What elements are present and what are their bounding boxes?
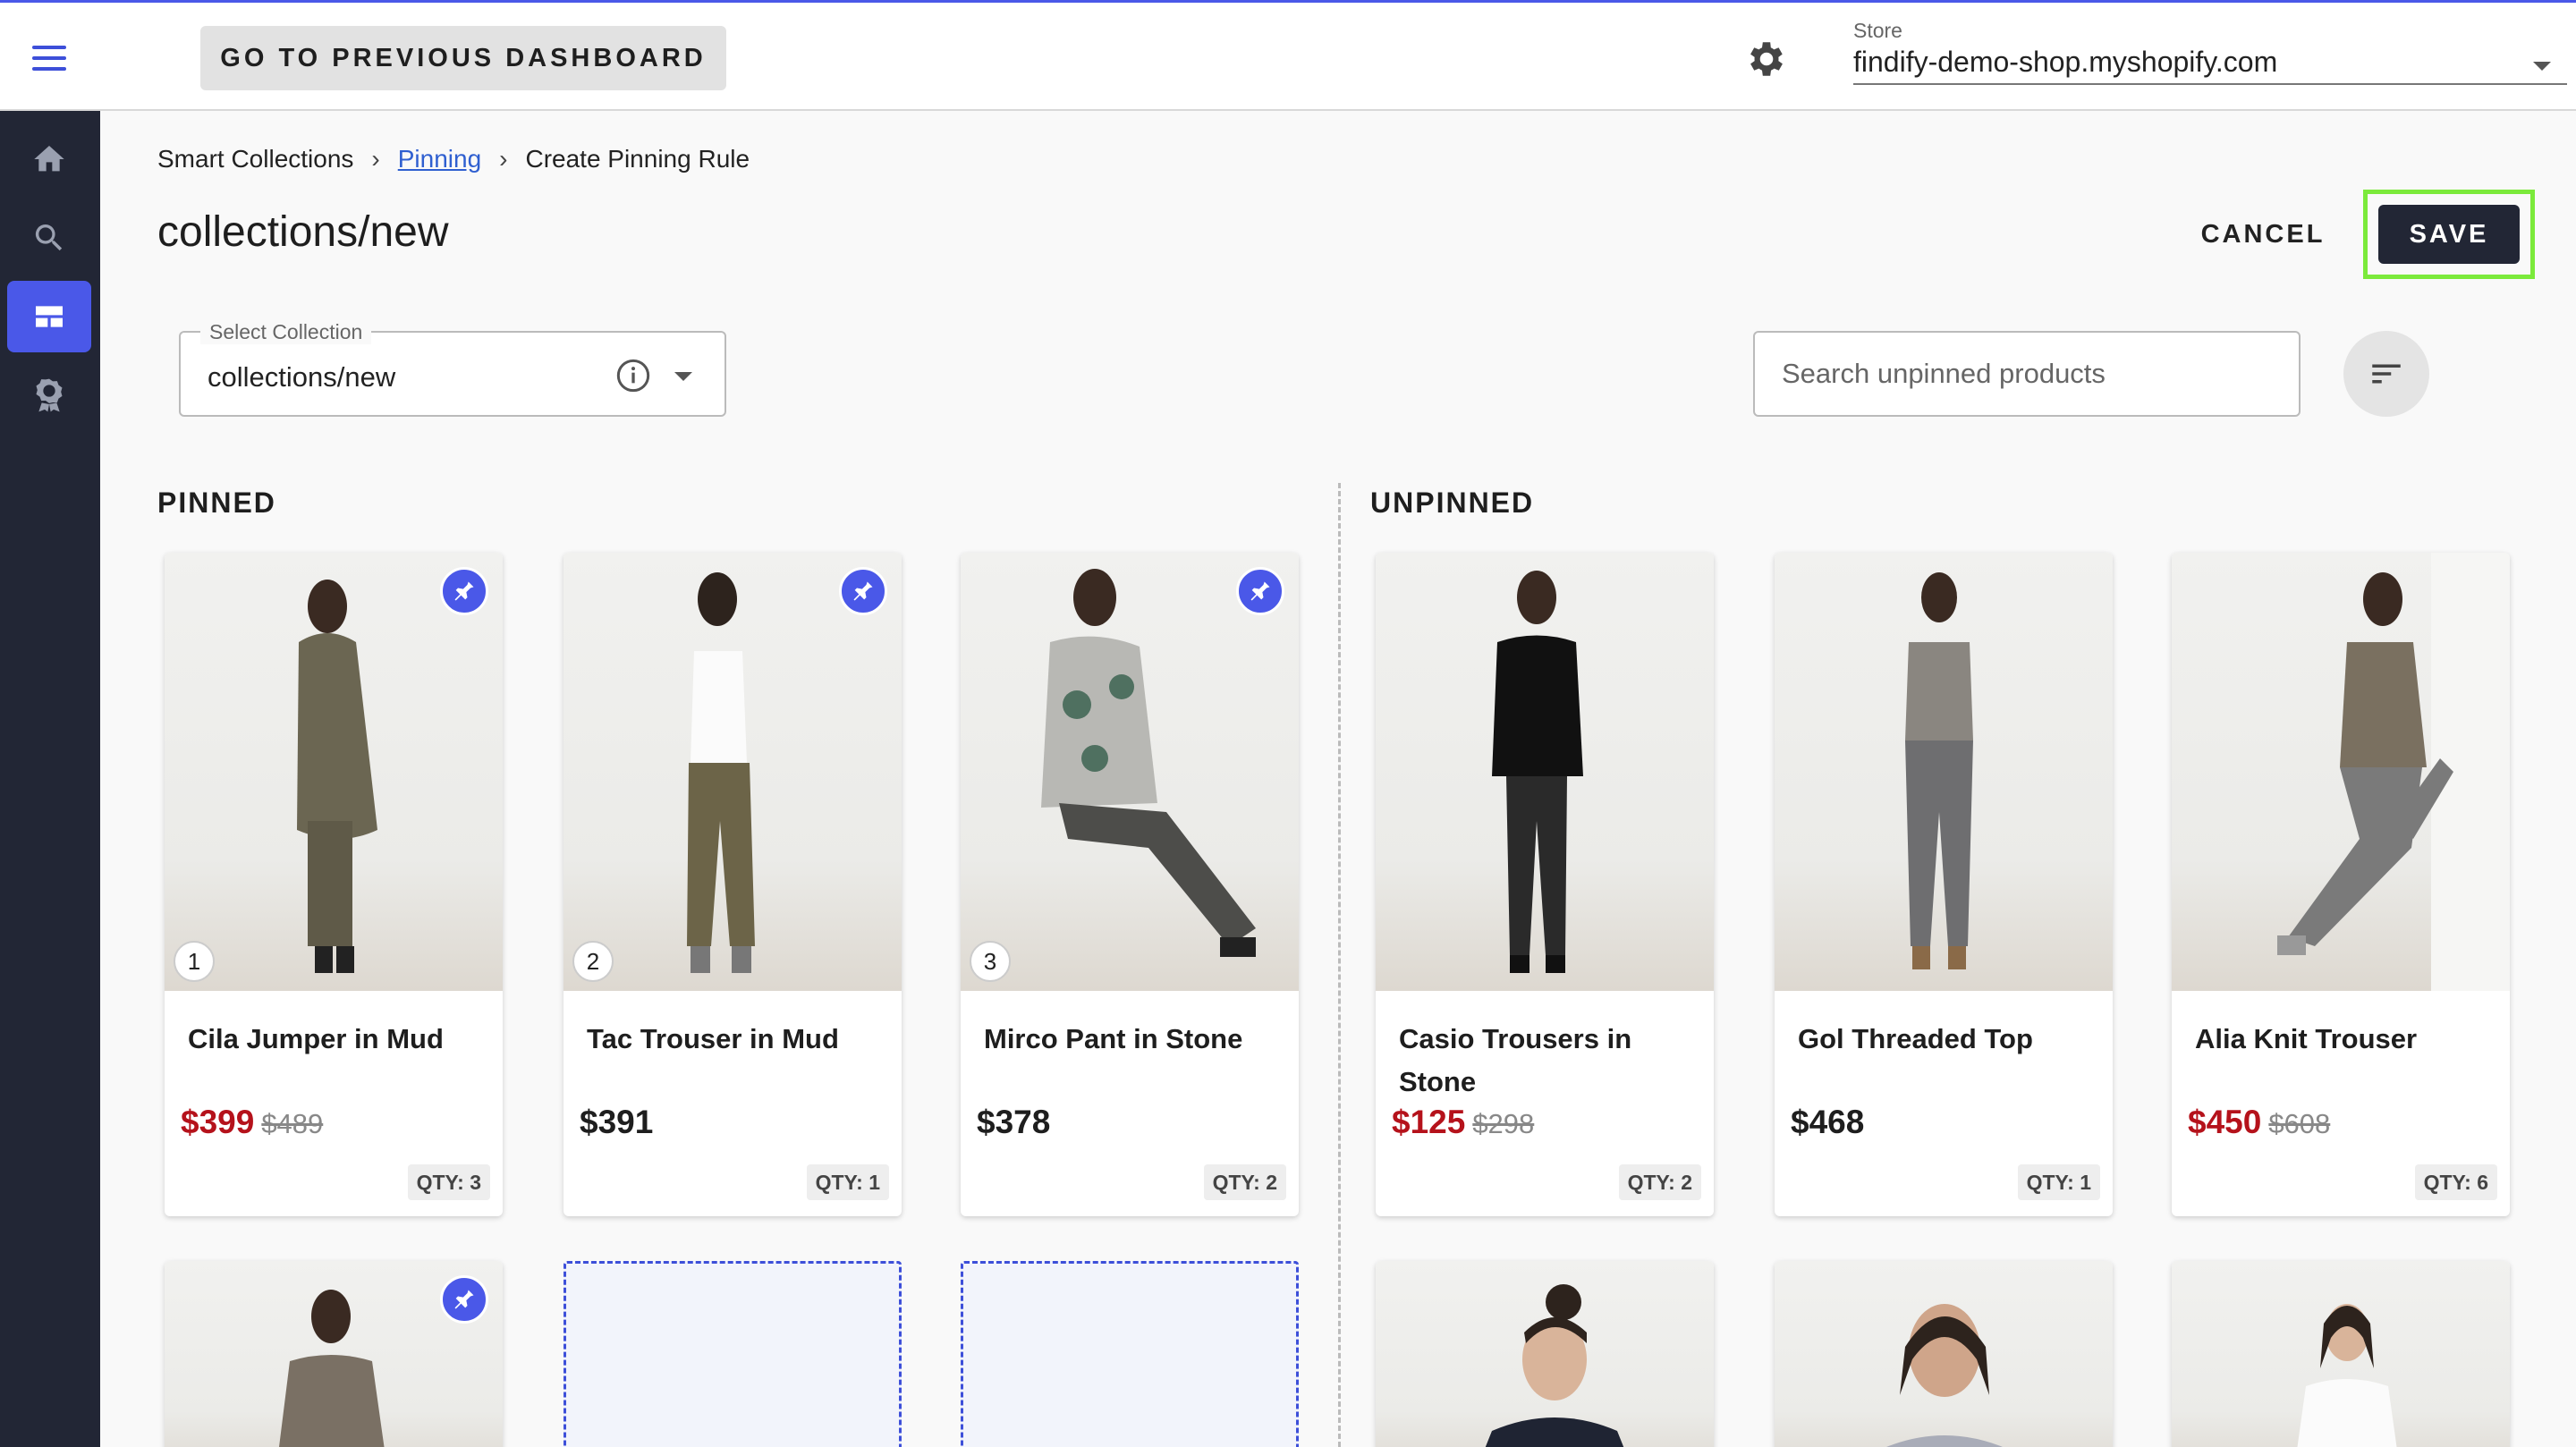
- chevron-right-icon: ›: [371, 145, 380, 173]
- pinned-product-card[interactable]: [165, 1261, 503, 1447]
- sort-button[interactable]: [2343, 331, 2429, 417]
- product-image: [961, 553, 1299, 991]
- sale-price: $125: [1392, 1104, 1466, 1140]
- empty-pin-slot[interactable]: [564, 1261, 902, 1447]
- qty-badge: QTY: 6: [2414, 1164, 2497, 1200]
- unpinned-product-card[interactable]: Casio Trousers in Stone $125 $298 QTY: 2: [1376, 553, 1714, 1216]
- product-image: [165, 553, 503, 991]
- qty-badge: QTY: 1: [2017, 1164, 2100, 1200]
- product-price: $399 $489: [181, 1104, 323, 1141]
- pinned-heading: PINNED: [157, 487, 276, 519]
- breadcrumb-current: Create Pinning Rule: [525, 145, 750, 173]
- unpinned-product-card[interactable]: [1775, 1261, 2113, 1447]
- product-title: Tac Trouser in Mud: [587, 1023, 839, 1054]
- pinned-product-card[interactable]: 1 Cila Jumper in Mud $399 $489 QTY: 3: [165, 553, 503, 1216]
- section-divider: [1338, 483, 1341, 1447]
- sidebar-item-awards[interactable]: [7, 360, 91, 431]
- regular-price: $391: [580, 1104, 654, 1140]
- sidebar: [0, 111, 100, 1447]
- empty-pin-slot[interactable]: [961, 1261, 1299, 1447]
- unpinned-product-card[interactable]: [2172, 1261, 2510, 1447]
- qty-badge: QTY: 3: [407, 1164, 490, 1200]
- regular-price: $378: [977, 1104, 1051, 1140]
- save-button[interactable]: SAVE: [2378, 205, 2520, 264]
- pinned-product-card[interactable]: 3 Mirco Pant in Stone $378 QTY: 2: [961, 553, 1299, 1216]
- product-image: [564, 553, 902, 991]
- collection-select-label: Select Collection: [200, 320, 372, 344]
- pin-icon[interactable]: [440, 567, 488, 615]
- product-price: $125 $298: [1392, 1104, 1534, 1141]
- compare-price: $489: [261, 1108, 324, 1139]
- product-image: [1376, 1261, 1714, 1447]
- pin-position-badge: 3: [970, 941, 1011, 982]
- sidebar-item-search[interactable]: [7, 202, 91, 274]
- regular-price: $468: [1791, 1104, 1865, 1140]
- product-image: [2172, 553, 2510, 991]
- collection-select[interactable]: Select Collection collections/new: [179, 320, 726, 417]
- product-image: [1775, 553, 2113, 991]
- product-title: Casio Trousers in Stone: [1399, 1023, 1632, 1097]
- top-bar: GO TO PREVIOUS DASHBOARD Store findify-d…: [0, 0, 2576, 111]
- chevron-down-icon: [674, 372, 692, 381]
- pin-icon[interactable]: [1236, 567, 1284, 615]
- product-price: $450 $608: [2188, 1104, 2330, 1141]
- gear-icon[interactable]: [1744, 37, 1789, 81]
- chevron-down-icon: [2533, 62, 2551, 71]
- breadcrumb: Smart Collections › Pinning › Create Pin…: [157, 145, 750, 173]
- qty-badge: QTY: 1: [806, 1164, 889, 1200]
- save-highlight: SAVE: [2363, 190, 2535, 279]
- store-value: findify-demo-shop.myshopify.com: [1853, 46, 2278, 78]
- compare-price: $608: [2268, 1108, 2331, 1139]
- product-image: [1376, 553, 1714, 991]
- product-price: $391: [580, 1104, 653, 1141]
- home-icon: [34, 146, 64, 172]
- qty-badge: QTY: 2: [1203, 1164, 1286, 1200]
- info-icon[interactable]: [615, 358, 651, 393]
- store-label: Store: [1853, 19, 1902, 42]
- pin-position-badge: 1: [174, 941, 215, 982]
- chevron-right-icon: ›: [499, 145, 508, 173]
- product-image: [1775, 1261, 2113, 1447]
- compare-price: $298: [1472, 1108, 1535, 1139]
- search-icon: [35, 224, 63, 251]
- cancel-button[interactable]: CANCEL: [2182, 211, 2343, 258]
- award-icon: [36, 378, 63, 412]
- sale-price: $450: [2188, 1104, 2262, 1140]
- menu-icon[interactable]: [32, 46, 66, 71]
- sidebar-item-collections[interactable]: [7, 281, 91, 352]
- unpinned-product-card[interactable]: Gol Threaded Top $468 QTY: 1: [1775, 553, 2113, 1216]
- collection-select-value: collections/new: [208, 361, 396, 393]
- pin-icon[interactable]: [440, 1275, 488, 1324]
- product-title: Cila Jumper in Mud: [188, 1023, 444, 1054]
- pin-position-badge: 2: [572, 941, 614, 982]
- product-title: Mirco Pant in Stone: [984, 1023, 1243, 1054]
- breadcrumb-link-pinning[interactable]: Pinning: [398, 145, 481, 173]
- breadcrumb-root[interactable]: Smart Collections: [157, 145, 353, 173]
- sort-icon: [2372, 364, 2401, 384]
- product-price: $378: [977, 1104, 1050, 1141]
- search-unpinned-input[interactable]: [1753, 331, 2301, 417]
- pinned-product-card[interactable]: 2 Tac Trouser in Mud $391 QTY: 1: [564, 553, 902, 1216]
- sale-price: $399: [181, 1104, 255, 1140]
- layout-icon: [36, 306, 63, 327]
- product-title: Gol Threaded Top: [1798, 1023, 2033, 1054]
- sidebar-item-home[interactable]: [7, 123, 91, 195]
- product-price: $468: [1791, 1104, 1864, 1141]
- product-image: [2172, 1261, 2510, 1447]
- unpinned-product-card[interactable]: Alia Knit Trouser $450 $608 QTY: 6: [2172, 553, 2510, 1216]
- unpinned-product-card[interactable]: [1376, 1261, 1714, 1447]
- store-select[interactable]: findify-demo-shop.myshopify.com: [1853, 46, 2567, 85]
- previous-dashboard-button[interactable]: GO TO PREVIOUS DASHBOARD: [200, 26, 726, 90]
- qty-badge: QTY: 2: [1618, 1164, 1701, 1200]
- unpinned-heading: UNPINNED: [1370, 487, 1535, 519]
- product-title: Alia Knit Trouser: [2195, 1023, 2418, 1054]
- page-title: collections/new: [157, 208, 449, 256]
- pin-icon[interactable]: [839, 567, 887, 615]
